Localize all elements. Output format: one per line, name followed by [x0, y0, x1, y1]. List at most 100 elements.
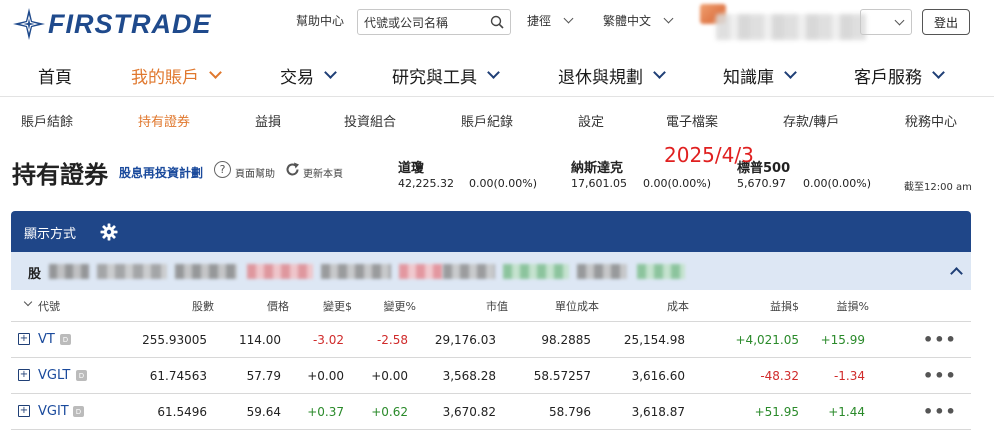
col-gain-loss[interactable]: 益損$ — [770, 298, 799, 314]
nav-label: 交易 — [280, 68, 314, 88]
gear-icon[interactable] — [100, 223, 118, 241]
expand-icon[interactable]: + — [18, 369, 30, 381]
redacted-text — [175, 264, 237, 279]
refresh-link[interactable]: 更新本頁 — [303, 165, 343, 180]
help-center-link[interactable]: 幫助中心 — [296, 12, 344, 29]
change: -3.02 — [312, 333, 344, 347]
subnav-portfolio[interactable]: 投資組合 — [344, 111, 396, 130]
col-change-pct[interactable]: 變更% — [384, 298, 416, 314]
gain-loss-pct: -1.34 — [833, 369, 865, 383]
subnav-history[interactable]: 賬戶紀錄 — [461, 111, 513, 130]
refresh-icon[interactable] — [284, 161, 301, 178]
col-shares[interactable]: 股數 — [192, 298, 214, 314]
symbol-link[interactable]: VT — [38, 332, 55, 347]
nav-knowledge[interactable]: 知識庫 — [723, 63, 797, 88]
change-pct: +0.62 — [371, 405, 408, 419]
nav-label: 我的賬戶 — [131, 68, 199, 88]
unit-cost: 58.57257 — [533, 369, 591, 383]
question-icon[interactable]: ? — [214, 161, 231, 178]
index-value: 17,601.05 — [571, 177, 627, 190]
chevron-down-icon[interactable] — [23, 297, 33, 307]
index-name: 道瓊 — [398, 161, 425, 176]
col-unit-cost[interactable]: 單位成本 — [555, 298, 599, 314]
col-cost[interactable]: 成本 — [667, 298, 689, 314]
col-market-value[interactable]: 市值 — [486, 298, 508, 314]
nav-label: 首頁 — [38, 68, 72, 88]
redacted-text — [49, 264, 89, 279]
redacted-text — [97, 264, 167, 279]
search-input[interactable]: 代號或公司名稱 — [357, 9, 511, 35]
symbol-link[interactable]: VGLT — [38, 368, 70, 383]
drip-link[interactable]: 股息再投資計劃 — [119, 164, 203, 181]
nav-retirement-planning[interactable]: 退休與規劃 — [558, 63, 666, 88]
stock-group-row[interactable]: 股 — [11, 252, 971, 290]
shortcut-menu[interactable]: 捷徑 — [527, 12, 574, 29]
table-row[interactable]: + VGLT D 61.74563 57.79 +0.00 +0.00 3,56… — [11, 358, 971, 394]
nav-label: 知識庫 — [723, 68, 774, 88]
subnav-settings[interactable]: 設定 — [578, 111, 604, 130]
symbol-link[interactable]: VGIT — [38, 404, 69, 419]
chevron-down-icon — [487, 66, 500, 79]
more-options-icon[interactable]: ••• — [923, 330, 957, 349]
gain-loss-pct: +15.99 — [820, 333, 865, 347]
nav-home[interactable]: 首頁 — [38, 63, 72, 88]
shortcut-label: 捷徑 — [527, 14, 552, 28]
col-price[interactable]: 價格 — [267, 298, 289, 314]
gain-loss: -48.32 — [760, 369, 799, 383]
gain-loss: +51.95 — [754, 405, 799, 419]
subnav-balances[interactable]: 賬戶結餘 — [21, 111, 73, 130]
table-header: 代號 股數 價格 變更$ 變更% 市值 單位成本 成本 益損$ 益損% — [11, 290, 971, 322]
subnav-documents[interactable]: 電子檔案 — [666, 111, 718, 130]
col-gain-loss-pct[interactable]: 益損% — [837, 298, 869, 314]
group-label: 股 — [28, 267, 42, 282]
logout-button[interactable]: 登出 — [922, 9, 970, 35]
document-icon[interactable]: D — [73, 406, 84, 417]
chevron-down-icon — [784, 66, 797, 79]
page-title: 持有證券 — [12, 161, 108, 189]
shares: 61.74563 — [149, 369, 207, 383]
nav-research-tools[interactable]: 研究與工具 — [392, 63, 500, 88]
collapse-icon[interactable] — [950, 267, 963, 280]
table-row[interactable]: + VGIT D 61.5496 59.64 +0.37 +0.62 3,670… — [11, 394, 971, 430]
subnav-gain-loss[interactable]: 益損 — [255, 111, 281, 130]
subnav-transfer[interactable]: 存款/轉戶 — [783, 111, 839, 130]
market-value: 3,670.82 — [442, 405, 496, 419]
shares: 255.93005 — [142, 333, 207, 347]
col-symbol[interactable]: 代號 — [38, 298, 60, 314]
language-label: 繁體中文 — [603, 14, 652, 28]
compass-star-icon — [13, 8, 45, 40]
subnav-tax-center[interactable]: 稅務中心 — [905, 111, 957, 130]
account-select[interactable] — [860, 9, 912, 35]
page-help-link[interactable]: 頁面幫助 — [235, 165, 275, 180]
chevron-down-icon — [663, 13, 674, 24]
main-nav: 首頁 我的賬戶 交易 研究與工具 退休與規劃 知識庫 客戶服務 — [0, 56, 994, 94]
index-value: 5,670.97 — [737, 177, 786, 190]
col-change[interactable]: 變更$ — [323, 298, 352, 314]
redacted-text — [577, 264, 627, 279]
search-icon[interactable] — [490, 15, 504, 29]
subnav-positions[interactable]: 持有證券 — [138, 111, 190, 130]
document-icon[interactable]: D — [60, 334, 71, 345]
chevron-down-icon — [324, 66, 337, 79]
change-pct: -2.58 — [376, 333, 408, 347]
nav-label: 客戶服務 — [854, 68, 922, 88]
table-row[interactable]: + VT D 255.93005 114.00 -3.02 -2.58 29,1… — [11, 322, 971, 358]
expand-icon[interactable]: + — [18, 333, 30, 345]
firstrade-logo[interactable]: FIRSTRADE — [12, 6, 212, 42]
more-options-icon[interactable]: ••• — [923, 402, 957, 421]
nav-my-account[interactable]: 我的賬戶 — [131, 63, 222, 88]
document-icon[interactable]: D — [76, 370, 87, 381]
positions-panel-header: 顯示方式 — [11, 211, 971, 252]
language-select[interactable]: 繁體中文 — [603, 12, 674, 29]
nav-customer-service[interactable]: 客戶服務 — [854, 63, 945, 88]
divider — [0, 96, 994, 97]
nav-label: 退休與規劃 — [558, 68, 643, 88]
nav-label: 研究與工具 — [392, 68, 477, 88]
expand-icon[interactable]: + — [18, 405, 30, 417]
cost: 25,154.98 — [623, 333, 685, 347]
change-pct: +0.00 — [371, 369, 408, 383]
shares: 61.5496 — [157, 405, 207, 419]
more-options-icon[interactable]: ••• — [923, 366, 957, 385]
cost: 3,618.87 — [631, 405, 685, 419]
nav-trade[interactable]: 交易 — [280, 63, 337, 88]
